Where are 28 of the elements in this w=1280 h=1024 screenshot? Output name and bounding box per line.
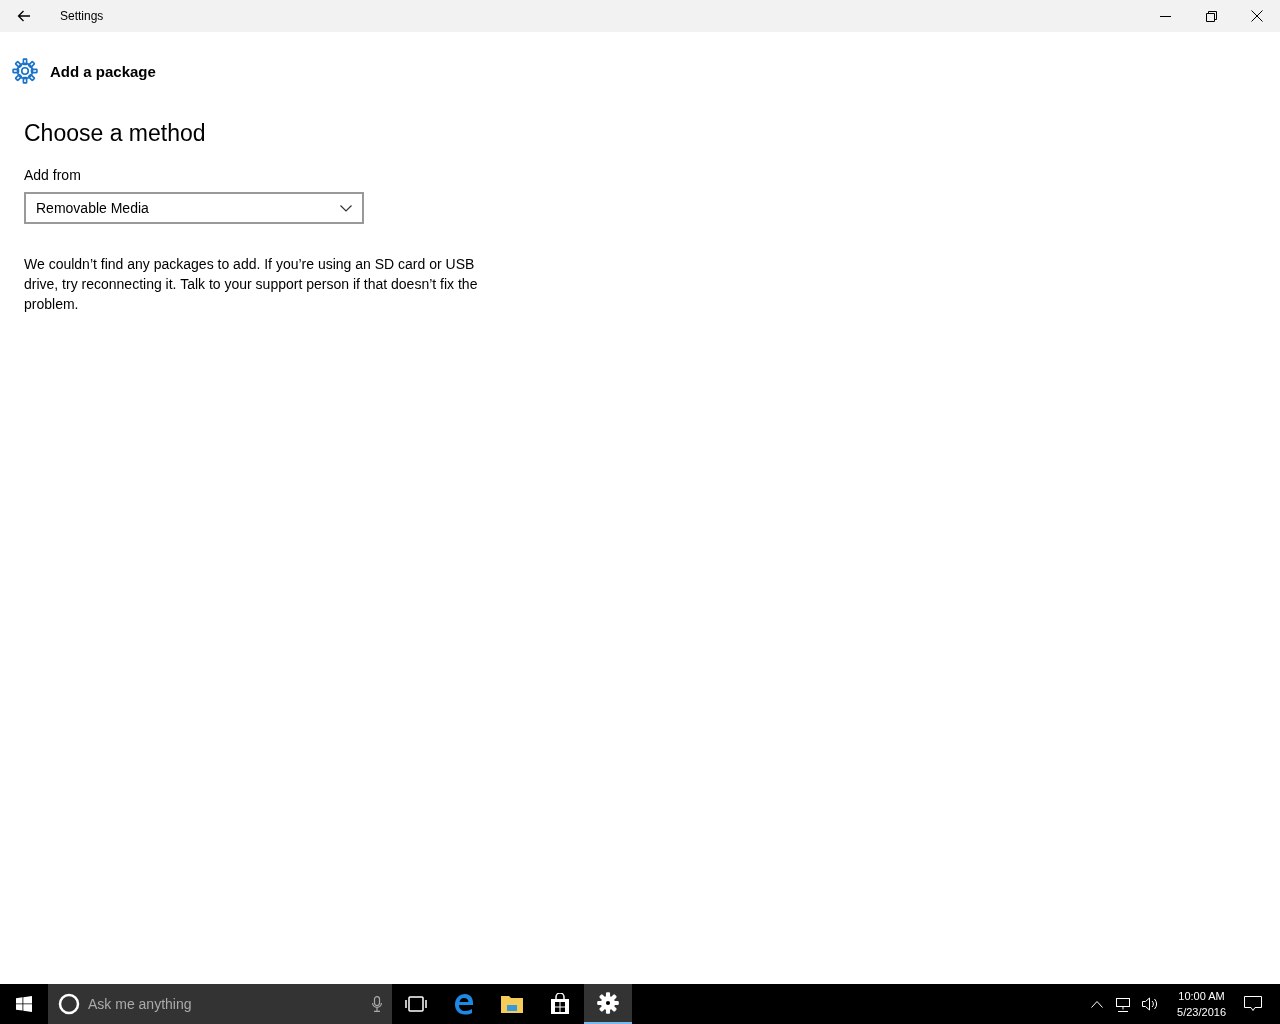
taskbar-app-button[interactable] (584, 984, 632, 1024)
settings-icon (597, 992, 619, 1014)
search-input[interactable]: Ask me anything (86, 995, 366, 1013)
message-text: We couldn’t find any packages to add. If you’re using an SD card or USB drive, try reconnecting it. Talk to your support person if that doesn’t fix the problem. (24, 255, 479, 314)
clock-time[interactable]: 10:00 AM (1178, 988, 1225, 1004)
field-label: Add from (24, 167, 82, 183)
microphone-icon (372, 996, 382, 1012)
notification-icon[interactable] (1244, 996, 1262, 1012)
folder-icon (500, 994, 524, 1014)
window-title: Settings (60, 9, 105, 23)
windows-logo-icon (16, 996, 32, 1012)
search-bar[interactable]: Ask me anything (48, 984, 392, 1024)
back-arrow-icon (17, 10, 31, 22)
add-from-dropdown[interactable]: Removable Media (24, 192, 364, 224)
circle-icon (58, 993, 80, 1015)
task-view-icon (405, 996, 427, 1012)
browser-e-icon (453, 993, 475, 1015)
clock-date[interactable]: 5/23/2016 (1177, 1004, 1226, 1020)
network-icon[interactable] (1113, 996, 1132, 1012)
chevron-down-icon (340, 204, 352, 212)
gear-icon (12, 58, 38, 84)
close-icon (1251, 10, 1263, 22)
page-title: Add a package (50, 62, 156, 80)
chevron-up-icon[interactable] (1091, 1000, 1104, 1008)
restore-icon (1205, 10, 1217, 22)
speaker-icon[interactable] (1141, 996, 1160, 1012)
section-heading: Choose a method (24, 120, 207, 147)
shopping-bag-icon (549, 993, 571, 1015)
